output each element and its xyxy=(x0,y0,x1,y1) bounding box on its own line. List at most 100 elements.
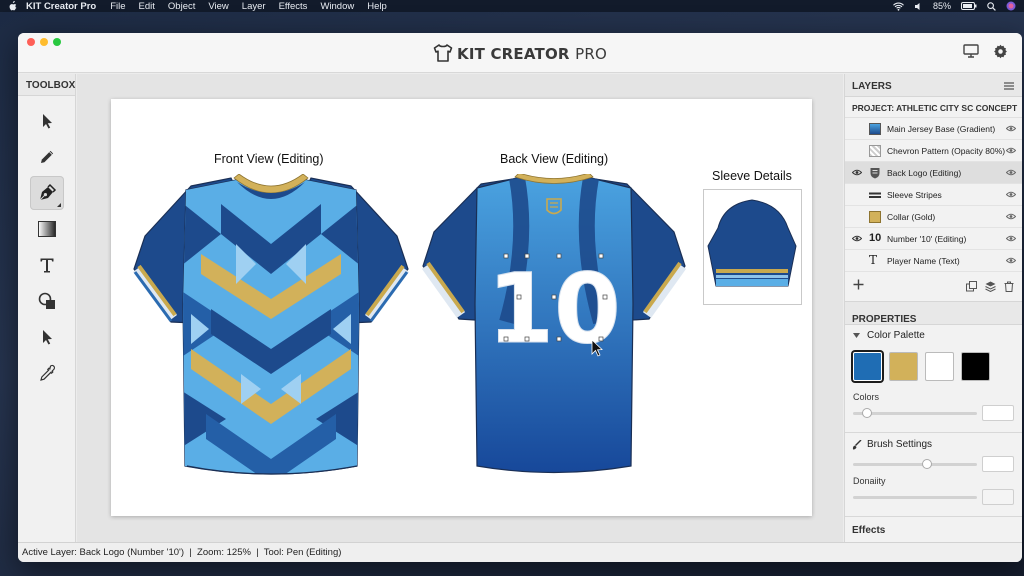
menu-layer[interactable]: Layer xyxy=(242,1,266,12)
menu-effects[interactable]: Effects xyxy=(279,1,308,12)
visibility-eye-icon[interactable] xyxy=(1006,125,1016,132)
jersey-logo-icon xyxy=(433,44,453,62)
layers-stack-icon[interactable] xyxy=(985,281,996,292)
brush-value-field[interactable] xyxy=(982,456,1014,472)
tool-text[interactable] xyxy=(30,248,64,282)
menu-help[interactable]: Help xyxy=(367,1,387,12)
monitor-icon[interactable] xyxy=(963,44,979,58)
volume-icon[interactable] xyxy=(914,2,923,11)
color-palette-label: Color Palette xyxy=(867,330,925,341)
menu-edit[interactable]: Edit xyxy=(139,1,155,12)
apple-icon[interactable] xyxy=(8,1,18,11)
siri-icon[interactable] xyxy=(1006,1,1016,11)
swatch-black[interactable] xyxy=(961,352,990,381)
brush-size-slider[interactable] xyxy=(845,455,1022,475)
menubar-app-name[interactable]: KIT Creator Pro xyxy=(26,1,96,12)
layer-row-number[interactable]: 10 Number '10' (Editing) xyxy=(845,228,1022,250)
layer-label: Number '10' (Editing) xyxy=(887,234,967,244)
tool-pencil[interactable] xyxy=(30,140,64,174)
layer-row-back-logo[interactable]: Back Logo (Editing) xyxy=(845,162,1022,184)
layer-row-player-name[interactable]: T Player Name (Text) xyxy=(845,250,1022,272)
artboard[interactable]: Front View (Editing) Back View (Editing)… xyxy=(111,99,812,516)
tool-gradient[interactable] xyxy=(30,212,64,246)
direct-select-icon xyxy=(43,330,52,345)
slider-track xyxy=(853,496,977,499)
visibility-eye-icon[interactable] xyxy=(1006,235,1016,242)
layers-header: LAYERS xyxy=(845,74,1022,97)
text-icon xyxy=(40,258,54,273)
tool-direct-select[interactable] xyxy=(30,320,64,354)
density-value-field[interactable] xyxy=(982,489,1014,505)
tool-eyedropper[interactable] xyxy=(30,356,64,390)
add-layer-icon[interactable] xyxy=(853,279,864,290)
layer-thumb-gold xyxy=(869,211,881,223)
colors-value-field[interactable] xyxy=(982,405,1014,421)
back-jersey[interactable]: 10 xyxy=(419,174,689,479)
text-icon: T xyxy=(869,253,878,267)
menu-bar: KIT Creator Pro File Edit Object View La… xyxy=(0,0,1024,12)
tool-shape[interactable] xyxy=(30,284,64,318)
layer-label: Chevron Pattern (Opacity 80%) xyxy=(887,146,1006,156)
gear-icon[interactable] xyxy=(993,44,1008,59)
visibility-eye-icon[interactable] xyxy=(1006,257,1016,264)
title-bar: KIT CREATOR PRO xyxy=(18,33,1022,73)
colors-label: Colors xyxy=(853,392,880,402)
tool-pen[interactable] xyxy=(30,176,64,210)
toolbox-header: TOOLBOX xyxy=(18,74,75,96)
slider-knob[interactable] xyxy=(862,408,872,418)
layers-title: LAYERS xyxy=(852,81,892,92)
layer-label: Main Jersey Base (Gradient) xyxy=(887,124,996,134)
tool-flyout-indicator xyxy=(57,203,61,207)
search-icon[interactable] xyxy=(987,1,996,11)
visibility-eye-icon[interactable] xyxy=(1006,213,1016,220)
toolbox-panel: TOOLBOX xyxy=(18,74,76,542)
swatch-white[interactable] xyxy=(925,352,954,381)
colors-slider[interactable] xyxy=(845,404,1022,424)
visibility-toggle-eye-icon[interactable] xyxy=(852,169,862,176)
density-label: Donaiity xyxy=(853,476,886,486)
sleeve-details-panel[interactable] xyxy=(703,189,802,305)
density-slider[interactable] xyxy=(845,488,1022,508)
layer-row-chevron-pattern[interactable]: Chevron Pattern (Opacity 80%) xyxy=(845,140,1022,162)
layer-row-main-jersey-base[interactable]: Main Jersey Base (Gradient) xyxy=(845,118,1022,140)
layer-thumb-gradient xyxy=(869,123,881,135)
swatch-gold[interactable] xyxy=(889,352,918,381)
visibility-eye-icon[interactable] xyxy=(1006,147,1016,154)
menu-file[interactable]: File xyxy=(110,1,125,12)
visibility-eye-icon[interactable] xyxy=(1006,169,1016,176)
app-title-brand: KIT CREATOR xyxy=(457,45,570,63)
layer-label: Player Name (Text) xyxy=(887,256,960,266)
menu-window[interactable]: Window xyxy=(320,1,354,12)
canvas-area[interactable]: Front View (Editing) Back View (Editing)… xyxy=(77,74,843,542)
swatch-blue[interactable] xyxy=(853,352,882,381)
status-bar: Active Layer: Back Logo (Number '10') | … xyxy=(18,542,1022,562)
menu-object[interactable]: Object xyxy=(168,1,195,12)
tool-select[interactable] xyxy=(30,104,64,138)
trash-icon[interactable] xyxy=(1004,281,1014,292)
layer-row-collar[interactable]: Collar (Gold) xyxy=(845,206,1022,228)
front-jersey[interactable] xyxy=(131,174,411,479)
battery-percent: 85% xyxy=(932,1,951,11)
duplicate-layer-icon[interactable] xyxy=(966,281,977,292)
menu-view[interactable]: View xyxy=(208,1,228,12)
stripes-icon xyxy=(869,192,881,198)
layer-label: Back Logo (Editing) xyxy=(887,168,962,178)
wifi-icon[interactable] xyxy=(893,2,904,11)
pen-tool-icon xyxy=(39,183,57,201)
selection-arrow-icon xyxy=(43,114,52,129)
color-palette-header[interactable]: Color Palette xyxy=(845,325,1022,345)
back-view-label: Back View (Editing) xyxy=(500,152,609,166)
battery-icon[interactable] xyxy=(961,2,977,10)
effects-title[interactable]: Effects xyxy=(845,517,1022,536)
gradient-icon xyxy=(38,221,56,237)
hamburger-menu-icon[interactable] xyxy=(1004,82,1014,90)
chevron-down-icon xyxy=(853,333,860,338)
layer-row-sleeve-stripes[interactable]: Sleeve Stripes xyxy=(845,184,1022,206)
slider-knob[interactable] xyxy=(922,459,932,469)
layer-label: Sleeve Stripes xyxy=(887,190,942,200)
visibility-eye-icon[interactable] xyxy=(1006,191,1016,198)
brush-settings-header[interactable]: Brush Settings xyxy=(845,433,1022,453)
visibility-toggle-eye-icon[interactable] xyxy=(852,235,862,242)
sleeve-illustration xyxy=(707,199,797,287)
app-window: KIT CREATOR PRO TOOLBOX Front View (Edit… xyxy=(18,33,1022,562)
